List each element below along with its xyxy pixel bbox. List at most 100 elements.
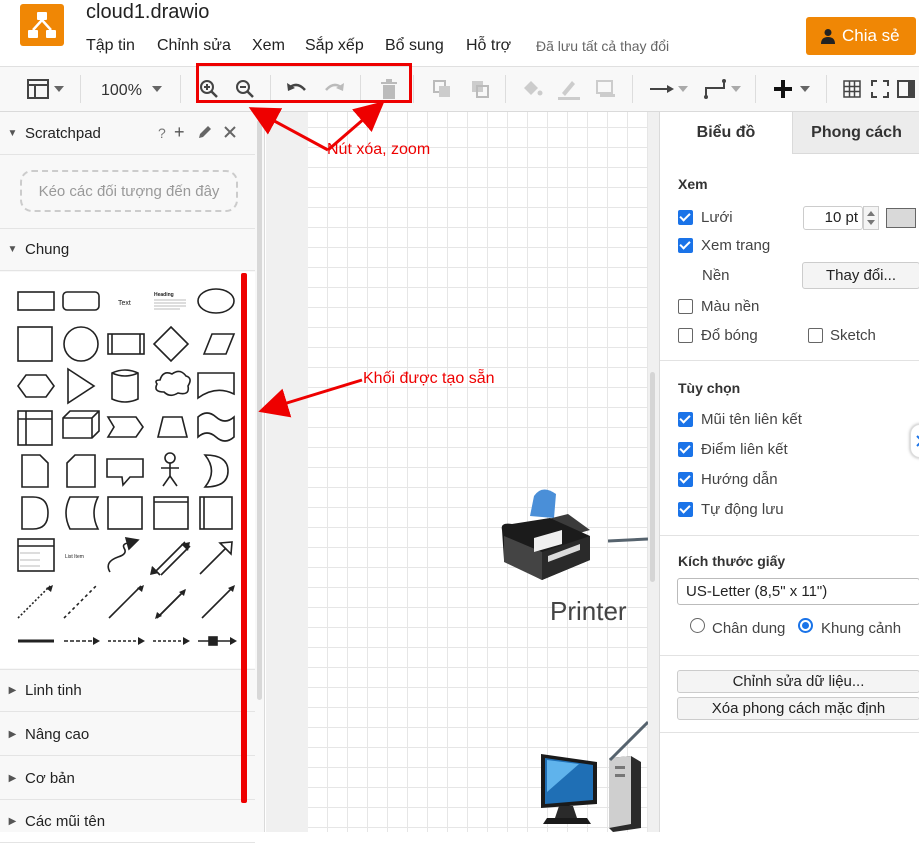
add-icon[interactable]: + xyxy=(174,122,185,143)
autosave-label: Tự động lưu xyxy=(701,501,784,518)
connection-icon[interactable] xyxy=(647,77,677,101)
paper-size-heading: Kích thước giấy xyxy=(678,553,786,569)
format-panel-icon[interactable] xyxy=(26,77,50,101)
canvas-scrollbar[interactable] xyxy=(650,372,655,582)
grid-size-input[interactable]: 10 pt xyxy=(803,206,863,230)
view-heading: Xem xyxy=(678,176,708,192)
text-shape-label: Text xyxy=(118,300,131,307)
menu-arrange[interactable]: Sắp xếp xyxy=(305,37,364,55)
chevron-down-icon[interactable] xyxy=(52,77,66,101)
menu-edit[interactable]: Chỉnh sửa xyxy=(157,37,231,55)
user-icon xyxy=(821,29,835,44)
sketch-checkbox[interactable] xyxy=(808,328,823,343)
portrait-radio[interactable] xyxy=(690,618,705,633)
grid-size-stepper[interactable] xyxy=(863,206,879,230)
connection-points-checkbox[interactable] xyxy=(678,442,693,457)
guides-label: Hướng dẫn xyxy=(701,471,778,488)
chevron-down-icon[interactable] xyxy=(798,77,812,101)
list-item-shape-label: List Item xyxy=(65,554,84,560)
expand-arrow-icon: ▶ xyxy=(8,728,17,740)
shadow-checkbox[interactable] xyxy=(678,328,693,343)
general-section-header[interactable]: ▼ Chung xyxy=(0,228,255,271)
chevron-down-icon[interactable] xyxy=(150,77,164,101)
to-back-icon[interactable] xyxy=(468,77,492,101)
connector-line[interactable] xyxy=(608,702,648,762)
menu-file[interactable]: Tập tin xyxy=(86,37,135,55)
edit-icon[interactable] xyxy=(198,125,212,144)
connection-arrows-checkbox[interactable] xyxy=(678,412,693,427)
general-section-title: Chung xyxy=(25,241,70,258)
landscape-label: Khung cảnh xyxy=(821,620,902,637)
divider xyxy=(660,732,919,733)
tab-diagram[interactable]: Biểu đồ xyxy=(660,112,792,154)
menu-view[interactable]: Xem xyxy=(252,37,285,55)
guides-checkbox[interactable] xyxy=(678,472,693,487)
waypoints-icon[interactable] xyxy=(703,77,729,101)
background-color-checkbox[interactable] xyxy=(678,299,693,314)
share-label: Chia sẻ xyxy=(842,26,900,45)
portrait-label: Chân dung xyxy=(712,620,786,637)
shadow-icon[interactable] xyxy=(594,77,618,101)
heading-shape-label: Heading xyxy=(154,292,174,298)
connector-line[interactable] xyxy=(608,532,648,544)
section-basic-title: Cơ bản xyxy=(25,769,75,787)
sketch-label: Sketch xyxy=(830,327,876,344)
chevron-down-icon[interactable] xyxy=(729,77,743,101)
shape-palette: Text Heading List Item xyxy=(0,272,255,668)
printer-label[interactable]: Printer xyxy=(550,596,627,627)
shape-grid[interactable]: Text Heading List Item xyxy=(0,272,255,668)
shapes-sidebar: ▼ Scratchpad ? + Kéo các đối tượng đến đ… xyxy=(0,112,265,843)
section-misc-title: Linh tinh xyxy=(25,682,82,699)
drawio-logo-icon[interactable] xyxy=(20,4,64,46)
format-toggle-icon[interactable] xyxy=(894,77,918,101)
printer-icon[interactable] xyxy=(490,486,594,584)
annotation-shapes-note: Khối được tạo sẵn xyxy=(363,370,495,387)
page-view-checkbox[interactable] xyxy=(678,238,693,253)
edit-data-button[interactable]: Chỉnh sửa dữ liệu... xyxy=(677,670,919,693)
options-heading: Tùy chọn xyxy=(678,380,741,396)
fill-color-icon[interactable] xyxy=(520,77,544,101)
share-button[interactable]: Chia sẻ xyxy=(806,17,916,55)
section-basic[interactable]: ▶ Cơ bản xyxy=(0,757,255,800)
save-status: Đã lưu tất cả thay đổi xyxy=(536,38,670,54)
change-background-button[interactable]: Thay đổi... xyxy=(802,262,919,289)
close-icon[interactable] xyxy=(224,125,236,143)
divider xyxy=(660,535,919,536)
menu-extras[interactable]: Bổ sung xyxy=(385,37,444,55)
section-arrows[interactable]: ▶ Các mũi tên xyxy=(0,800,255,843)
scratchpad-header[interactable]: ▼ Scratchpad xyxy=(0,112,255,155)
expand-arrow-icon: ▶ xyxy=(8,772,17,784)
menu-help[interactable]: Hỗ trợ xyxy=(466,37,511,55)
expand-arrow-icon: ▶ xyxy=(8,815,17,827)
scratchpad-dropzone[interactable]: Kéo các đối tượng đến đây xyxy=(20,170,238,212)
section-misc[interactable]: ▶ Linh tinh xyxy=(0,669,255,712)
zoom-level[interactable]: 100% xyxy=(101,82,142,100)
line-color-icon[interactable] xyxy=(557,77,581,101)
table-icon[interactable] xyxy=(840,77,864,101)
document-title[interactable]: cloud1.drawio xyxy=(86,1,209,24)
grid-checkbox[interactable] xyxy=(678,210,693,225)
chevron-down-icon[interactable] xyxy=(676,77,690,101)
clear-default-style-button[interactable]: Xóa phong cách mặc định xyxy=(677,697,919,720)
section-advanced[interactable]: ▶ Nâng cao xyxy=(0,713,255,756)
section-arrows-title: Các mũi tên xyxy=(25,812,106,830)
section-advanced-title: Nâng cao xyxy=(25,725,90,743)
connection-points-label: Điểm liên kết xyxy=(701,441,788,458)
autosave-checkbox[interactable] xyxy=(678,502,693,517)
fullscreen-icon[interactable] xyxy=(868,77,892,101)
help-icon[interactable]: ? xyxy=(158,125,166,141)
grid-label: Lưới xyxy=(701,209,733,226)
tab-style[interactable]: Phong cách xyxy=(792,112,919,154)
collapse-panel-icon[interactable] xyxy=(910,424,919,458)
landscape-radio[interactable] xyxy=(798,618,813,633)
paper-size-select[interactable]: US-Letter (8,5" x 11") xyxy=(677,578,919,605)
insert-icon[interactable] xyxy=(771,77,795,101)
connection-arrows-label: Mũi tên liên kết xyxy=(701,411,802,428)
expand-arrow-icon: ▶ xyxy=(8,685,17,696)
collapse-arrow-icon: ▼ xyxy=(7,244,18,255)
divider xyxy=(660,360,919,361)
background-color-label: Màu nền xyxy=(701,298,760,315)
collapse-arrow-icon: ▼ xyxy=(7,127,18,139)
page-view-label: Xem trang xyxy=(701,237,771,254)
grid-color-swatch[interactable] xyxy=(886,208,916,228)
